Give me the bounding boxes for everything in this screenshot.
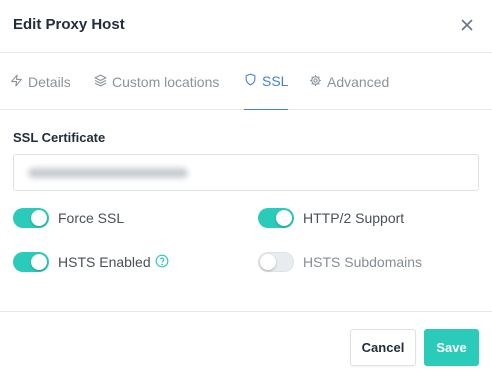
shield-icon <box>244 73 262 89</box>
hsts-enabled-switch[interactable] <box>13 252 49 272</box>
tab-ssl-label: SSL <box>262 73 289 89</box>
tab-ssl[interactable]: SSL <box>244 53 289 110</box>
tab-details-label: Details <box>28 73 71 90</box>
edit-proxy-host-dialog: Edit Proxy Host Details Custom locations… <box>0 0 492 377</box>
ssl-certificate-label: SSL Certificate <box>13 130 106 145</box>
gear-icon <box>309 74 327 90</box>
save-button[interactable]: Save <box>424 329 479 366</box>
layers-icon <box>94 74 112 90</box>
tab-details[interactable]: Details <box>10 53 71 110</box>
help-circle-icon[interactable] <box>155 254 169 271</box>
ssl-certificate-select[interactable] <box>13 154 479 191</box>
hsts-enabled-label: HSTS Enabled <box>58 254 151 270</box>
hsts-enabled-toggle[interactable]: HSTS Enabled <box>13 252 169 272</box>
obscured-certificate-value <box>28 168 188 178</box>
tab-custom-locations-label: Custom locations <box>112 73 220 90</box>
tab-advanced-label: Advanced <box>327 73 390 90</box>
hsts-subdomains-label: HSTS Subdomains <box>303 254 423 270</box>
hsts-subdomains-switch[interactable] <box>258 252 294 272</box>
dialog-title: Edit Proxy Host <box>13 16 125 33</box>
zap-icon <box>10 74 28 90</box>
dialog-header: Edit Proxy Host <box>0 0 492 53</box>
tab-custom-locations[interactable]: Custom locations <box>94 53 219 110</box>
force-ssl-switch[interactable] <box>13 208 49 228</box>
http2-support-toggle[interactable]: HTTP/2 Support <box>258 208 404 228</box>
tab-bar: Details Custom locations SSL Advanced <box>0 53 492 110</box>
http2-support-label: HTTP/2 Support <box>303 210 405 226</box>
force-ssl-toggle[interactable]: Force SSL <box>13 208 124 228</box>
close-icon[interactable] <box>459 17 475 33</box>
tab-advanced[interactable]: Advanced <box>309 53 389 110</box>
cancel-button[interactable]: Cancel <box>350 329 416 366</box>
http2-support-switch[interactable] <box>258 208 294 228</box>
dialog-footer: Cancel Save <box>0 311 492 377</box>
hsts-subdomains-toggle[interactable]: HSTS Subdomains <box>258 252 422 272</box>
force-ssl-label: Force SSL <box>58 210 125 226</box>
